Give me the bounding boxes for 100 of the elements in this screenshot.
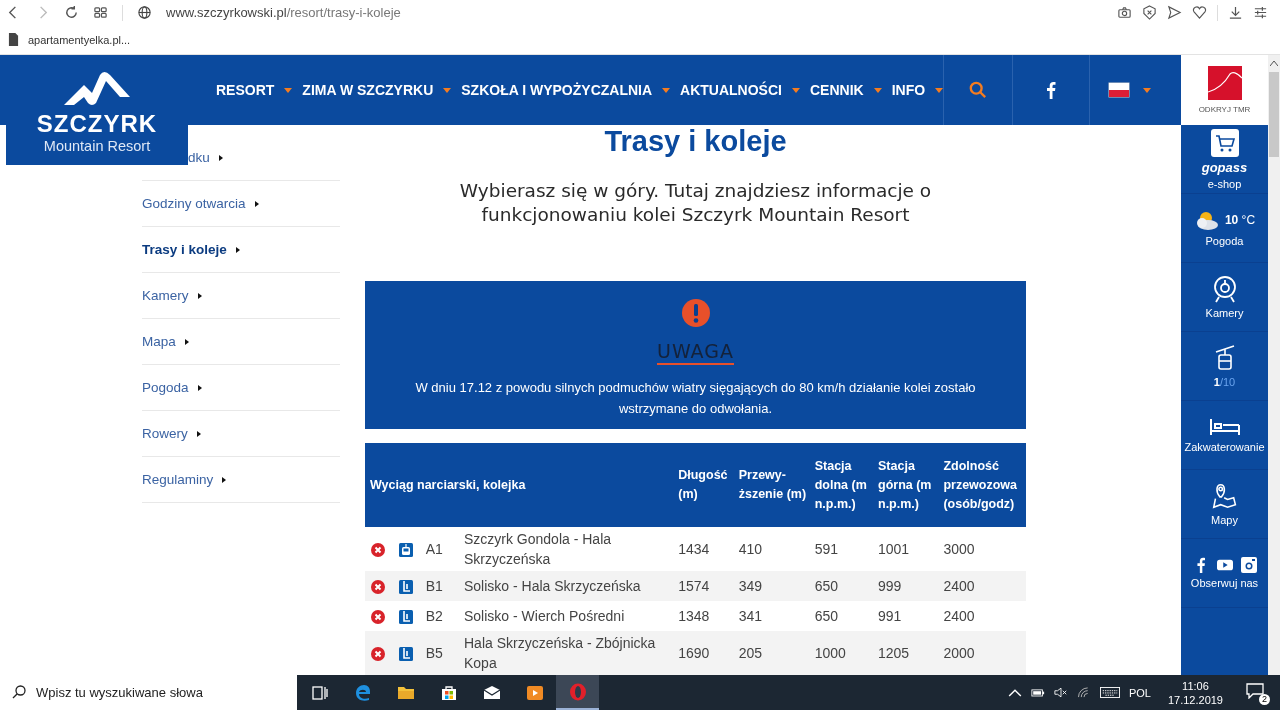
nav-item[interactable]: CENNIK: [809, 82, 882, 98]
table-cell: 650: [810, 571, 874, 601]
caret-icon: [197, 292, 202, 299]
caret-icon: [254, 200, 259, 207]
caret-icon: [197, 384, 202, 391]
tmr-logo-icon: [1207, 66, 1242, 100]
sidebar-label: Pogoda: [1205, 235, 1244, 247]
column-header: Długość (m): [674, 443, 735, 527]
table-cell: 1001: [874, 527, 940, 571]
send-icon[interactable]: [1167, 5, 1182, 20]
page-title: Trasy i koleje: [604, 125, 787, 157]
side-menu-item[interactable]: Mapa: [142, 334, 176, 349]
table-cell: 1205: [874, 631, 940, 675]
grid-icon[interactable]: [93, 5, 108, 20]
side-menu-item[interactable]: Pogoda: [142, 380, 189, 395]
table-cell: 591: [810, 527, 874, 571]
wifi-icon[interactable]: [1076, 687, 1091, 698]
chevron-up-icon[interactable]: [1007, 687, 1022, 698]
table-cell: Hala Skrzyczeńska - Zbójnicka Kopa: [460, 631, 675, 675]
table-cell: 991: [874, 601, 940, 631]
nav-item[interactable]: RESORT: [216, 82, 293, 98]
heart-icon[interactable]: [1192, 5, 1207, 20]
notifications-button[interactable]: 2: [1246, 682, 1268, 703]
caret-icon: [196, 430, 201, 437]
lift-code: A1: [425, 541, 443, 558]
caret-icon: [443, 87, 452, 93]
side-menu-item[interactable]: Regulaminy: [142, 472, 214, 487]
nav-item[interactable]: INFO: [891, 82, 944, 98]
keyboard-icon[interactable]: [1099, 687, 1120, 698]
column-header: Przewy-ższenie (m): [734, 443, 811, 527]
file-icon: [8, 33, 19, 46]
speaker-muted-icon[interactable]: [1053, 687, 1068, 698]
side-menu-item[interactable]: Kamery: [142, 288, 189, 303]
table-cell: 349: [734, 571, 811, 601]
cart-icon: [1210, 128, 1239, 157]
side-menu-item[interactable]: Rowery: [142, 426, 188, 441]
alert-heading: UWAGA: [656, 340, 734, 365]
nav-item[interactable]: AKTUALNOŚCI: [680, 82, 800, 98]
camera-icon[interactable]: [1117, 5, 1132, 20]
nav-item[interactable]: SZKOŁA I WYPOŻYCZALNIA: [461, 82, 671, 98]
warning-icon: [680, 298, 711, 328]
caret-icon: [935, 87, 944, 93]
sidebar-label: Mapy: [1211, 514, 1238, 526]
lift-code: B5: [425, 645, 443, 662]
column-header: Wyciąg narciarski, kolejka: [365, 443, 675, 527]
caret-icon: [218, 154, 223, 161]
shield-icon[interactable]: [1142, 5, 1157, 20]
table-cell: 1574: [674, 571, 735, 601]
table-cell: 205: [734, 631, 811, 675]
bookmark[interactable]: apartamentyelka.pl...: [8, 33, 131, 46]
language-indicator[interactable]: POL: [1128, 686, 1151, 699]
table-cell: 2000: [939, 631, 1026, 675]
scroll-up-icon[interactable]: [1270, 61, 1278, 66]
side-menu-item[interactable]: Godziny otwarcia: [142, 196, 246, 211]
logo-subtitle: Mountain Resort: [43, 137, 151, 155]
taskbar-search-field[interactable]: Wpisz tu wyszukiwane słowa: [0, 675, 297, 710]
instagram-icon[interactable]: [1240, 557, 1257, 573]
column-header: Stacja dolna (m n.p.m.): [810, 443, 874, 527]
search-icon[interactable]: [12, 685, 26, 699]
caret-icon: [1143, 87, 1152, 93]
side-menu-item[interactable]: dku: [188, 150, 210, 165]
nav-item[interactable]: ZIMA W SZCZYRKU: [302, 82, 452, 98]
tmr-link[interactable]: ODKRYJ TMR: [1181, 55, 1268, 125]
brand-name: gopass: [1201, 160, 1248, 174]
table-cell: 341: [734, 601, 811, 631]
page-subtitle: Wybierasz się w góry. Tutaj znajdziesz informacje o funkcjonowaniu kolei Szczyrk Mountain Resort: [458, 179, 933, 227]
caret-icon: [662, 87, 671, 93]
clock[interactable]: 11:06 17.12.2019: [1167, 678, 1223, 707]
sidebar-link[interactable]: gopass e-shop: [1181, 125, 1268, 194]
message-icon: [1246, 682, 1264, 699]
settings-icon[interactable]: [1253, 5, 1268, 20]
table-cell: 1690: [674, 631, 735, 675]
caret-icon: [791, 87, 800, 93]
table-cell: 410: [734, 527, 811, 571]
battery-icon[interactable]: [1030, 687, 1045, 698]
scrollbar[interactable]: [1268, 55, 1280, 675]
youtube-icon[interactable]: [1216, 557, 1233, 573]
lift-code: B2: [425, 608, 443, 625]
opera-app-icon[interactable]: [556, 675, 599, 710]
table-cell: 999: [874, 571, 940, 601]
side-menu-item[interactable]: Trasy i koleje: [142, 242, 227, 257]
globe-icon: [137, 5, 152, 20]
table-cell: Solisko - Wierch Pośredni: [460, 601, 675, 631]
table-cell: 1434: [674, 527, 735, 571]
sidebar-label: Zakwaterowanie: [1184, 441, 1265, 453]
address-field[interactable]: www.szczyrkowski.pl/resort/trasy-i-koleje: [166, 5, 401, 20]
table-cell: Szczyrk Gondola - Hala Skrzyczeńska: [460, 527, 675, 571]
column-header: Stacja górna (m n.p.m.): [874, 443, 940, 527]
column-header: Zdolność przewozowa (osób/godz): [939, 443, 1026, 527]
lift-count: 1/10: [1213, 376, 1236, 388]
sidebar-label: Kamery: [1205, 307, 1244, 319]
caret-icon: [235, 246, 240, 253]
table-cell: 3000: [939, 527, 1026, 571]
table-cell: 2400: [939, 601, 1026, 631]
download-icon[interactable]: [1228, 5, 1243, 20]
scrollbar-thumb[interactable]: [1269, 72, 1279, 157]
reload-icon[interactable]: [64, 5, 79, 20]
caret-icon: [873, 87, 882, 93]
alert-text: W dniu 17.12 z powodu silnych podmuchów wiatry sięgających do 80 km/h działanie kolei zostało wstrzymane do odwołania.: [414, 379, 977, 418]
caret-icon: [284, 87, 293, 93]
